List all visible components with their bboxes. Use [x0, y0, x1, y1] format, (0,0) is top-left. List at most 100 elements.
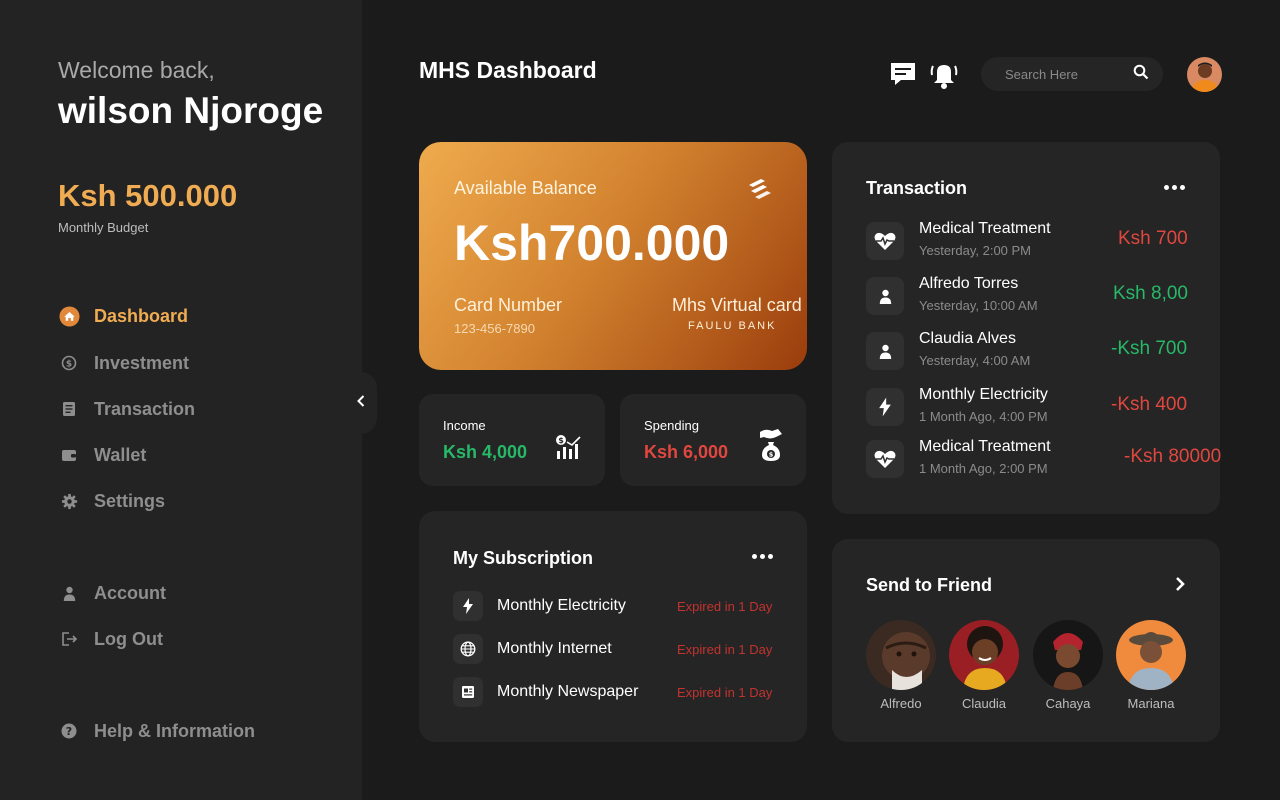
available-balance-label: Available Balance — [454, 178, 597, 198]
transaction-amount: Ksh 700 — [1118, 228, 1188, 249]
nav-label: Settings — [94, 490, 166, 511]
transaction-title: Transaction — [866, 178, 968, 198]
logout-icon — [58, 628, 80, 650]
money-bag-hand-icon: $ — [758, 428, 784, 467]
transaction-time: Yesterday, 10:00 AM — [919, 298, 1038, 313]
bolt-icon — [866, 388, 904, 426]
income-label: Income — [443, 418, 486, 433]
subscription-row[interactable]: Monthly Electricity Expired in 1 Day — [453, 591, 773, 621]
transaction-name: Claudia Alves — [919, 330, 1016, 347]
subscription-row[interactable]: Monthly Newspaper Expired in 1 Day — [453, 677, 773, 707]
spending-value: Ksh 6,000 — [644, 442, 729, 462]
collapse-sidebar-button[interactable] — [345, 372, 377, 434]
transaction-more-icon[interactable] — [1164, 185, 1185, 190]
transaction-name: Monthly Electricity — [919, 386, 1048, 403]
friend-avatar — [1033, 620, 1103, 690]
transaction-row[interactable]: Medical Treatment 1 Month Ago, 2:00 PM -… — [866, 438, 1226, 478]
transaction-amount: -Ksh 80000 — [1124, 446, 1222, 467]
transaction-row[interactable]: Claudia Alves Yesterday, 4:00 AM -Ksh 70… — [866, 330, 1226, 370]
subscription-more-icon[interactable] — [752, 554, 773, 559]
card-logo-icon — [746, 177, 772, 204]
chevron-right-icon[interactable] — [1174, 576, 1186, 597]
search-bar[interactable] — [981, 57, 1163, 91]
subscription-status: Expired in 1 Day — [677, 684, 773, 700]
balance-card[interactable]: Available Balance Ksh700.000 Card Number… — [419, 142, 807, 370]
transaction-row[interactable]: Alfredo Torres Yesterday, 10:00 AM Ksh 8… — [866, 275, 1226, 315]
messages-icon[interactable] — [889, 61, 917, 92]
bolt-icon — [453, 591, 483, 621]
friend-name: Cahaya — [1045, 696, 1091, 711]
svg-text:$: $ — [558, 436, 564, 445]
friend-avatar — [866, 620, 936, 690]
subscription-panel: My Subscription Monthly Electricity Expi… — [419, 511, 807, 742]
search-icon[interactable] — [1133, 64, 1149, 85]
available-balance-amount: Ksh700.000 — [454, 215, 730, 271]
subscription-title: My Subscription — [453, 548, 594, 568]
bank-name: FAULU BANK — [688, 320, 777, 332]
nav-item-investment[interactable]: $ Investment — [58, 351, 189, 375]
subscription-status: Expired in 1 Day — [677, 598, 773, 614]
transaction-time: 1 Month Ago, 2:00 PM — [919, 461, 1048, 476]
friend-item[interactable]: Cahaya — [1033, 620, 1103, 711]
home-icon — [58, 305, 80, 327]
nav-item-transaction[interactable]: Transaction — [58, 397, 195, 421]
notification-bell-icon[interactable] — [928, 58, 960, 95]
newspaper-icon — [453, 677, 483, 707]
income-value: Ksh 4,000 — [443, 442, 528, 462]
transaction-name: Alfredo Torres — [919, 275, 1019, 292]
wallet-icon — [58, 444, 80, 466]
person-icon — [58, 582, 80, 604]
nav-item-settings[interactable]: Settings — [58, 489, 165, 513]
svg-text:$: $ — [769, 451, 774, 459]
nav-label: Account — [94, 582, 166, 603]
transaction-row[interactable]: Monthly Electricity 1 Month Ago, 4:00 PM… — [866, 386, 1226, 426]
person-icon — [866, 277, 904, 315]
investment-icon: $ — [58, 352, 80, 374]
nav-item-account[interactable]: Account — [58, 581, 166, 605]
globe-icon — [453, 634, 483, 664]
income-chart-icon: $ — [555, 434, 583, 465]
nav-item-logout[interactable]: Log Out — [58, 627, 163, 651]
spending-label: Spending — [644, 418, 699, 433]
nav-label: Help & Information — [94, 720, 255, 741]
card-type: Mhs Virtual card — [672, 295, 802, 315]
nav-label: Wallet — [94, 444, 147, 465]
welcome-text: Welcome back, — [58, 57, 215, 83]
transaction-time: Yesterday, 4:00 AM — [919, 353, 1031, 368]
search-input[interactable] — [1005, 66, 1125, 82]
subscription-name: Monthly Electricity — [497, 597, 626, 614]
card-number: 123-456-7890 — [454, 321, 535, 336]
transaction-time: 1 Month Ago, 4:00 PM — [919, 409, 1048, 424]
transaction-amount: Ksh 8,00 — [1113, 283, 1188, 304]
svg-text:$: $ — [66, 359, 72, 369]
income-card[interactable]: Income Ksh 4,000 $ — [419, 394, 605, 486]
nav-item-dashboard[interactable]: Dashboard — [58, 304, 188, 328]
nav-item-wallet[interactable]: Wallet — [58, 443, 146, 467]
user-avatar[interactable] — [1187, 57, 1222, 92]
subscription-name: Monthly Newspaper — [497, 683, 639, 700]
nav-label: Investment — [94, 352, 190, 373]
chevron-left-icon — [356, 394, 366, 413]
page-title: MHS Dashboard — [419, 57, 597, 83]
help-icon: ? — [58, 720, 80, 742]
monthly-budget-label: Monthly Budget — [58, 220, 149, 235]
send-to-friend-title: Send to Friend — [866, 575, 992, 595]
friend-item[interactable]: Claudia — [949, 620, 1019, 711]
heartbeat-icon — [866, 440, 904, 478]
receipt-icon — [58, 398, 80, 420]
heartbeat-icon — [866, 222, 904, 260]
gear-icon — [58, 490, 80, 512]
transaction-row[interactable]: Medical Treatment Yesterday, 2:00 PM Ksh… — [866, 220, 1226, 260]
nav-item-help[interactable]: ? Help & Information — [58, 719, 255, 743]
card-number-label: Card Number — [454, 295, 563, 315]
subscription-row[interactable]: Monthly Internet Expired in 1 Day — [453, 634, 773, 664]
transaction-time: Yesterday, 2:00 PM — [919, 243, 1032, 258]
spending-card[interactable]: Spending Ksh 6,000 $ — [620, 394, 806, 486]
friend-item[interactable]: Mariana — [1116, 620, 1186, 711]
subscription-name: Monthly Internet — [497, 640, 612, 657]
transaction-amount: -Ksh 700 — [1111, 338, 1188, 359]
friend-avatar — [949, 620, 1019, 690]
friend-name: Mariana — [1127, 696, 1175, 711]
user-name: wilson Njoroge — [58, 90, 324, 131]
friend-item[interactable]: Alfredo — [866, 620, 936, 711]
